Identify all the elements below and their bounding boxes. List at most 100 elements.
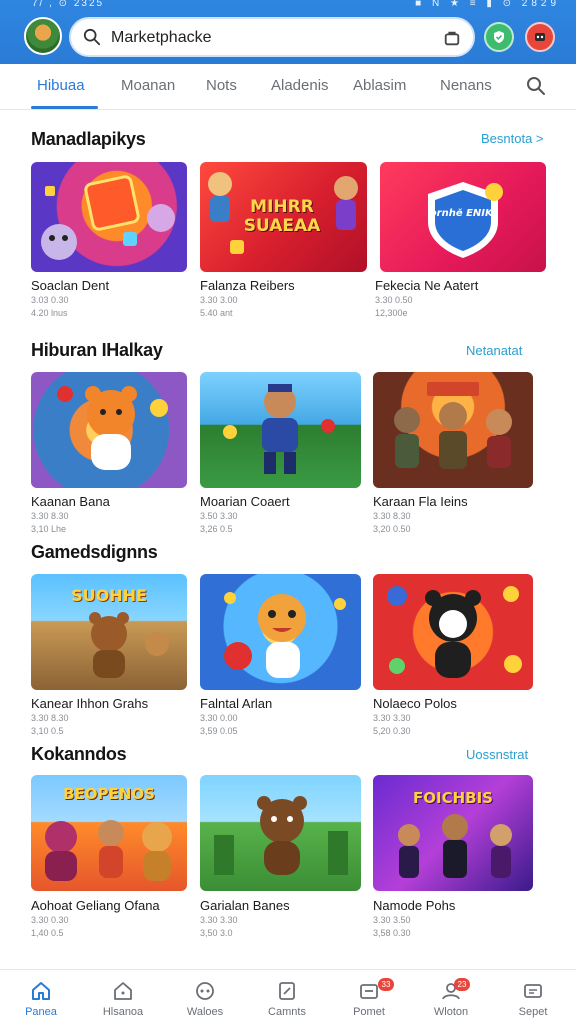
tab-2[interactable]: Moanan xyxy=(121,77,175,94)
game-title[interactable]: Aohoat Geliang Ofana xyxy=(31,898,160,913)
game-meta-line: 3,10 Lhe xyxy=(31,524,67,534)
game-meta-line: 3.30 8.30 xyxy=(31,511,69,521)
nav-label: Wloton xyxy=(433,1006,469,1018)
search-bar[interactable]: Marketphacke xyxy=(69,17,475,57)
game-meta: 3.30 0.00 3,59 0.05 xyxy=(200,712,238,738)
game-meta: 3.30 8.30 3,10 Lhe xyxy=(31,510,69,536)
game-meta: 3.30 3.30 3,50 3.0 xyxy=(200,914,238,940)
see-all-link[interactable]: Besntota > xyxy=(481,131,544,146)
game-meta-line: 3,10 0.5 xyxy=(31,726,64,736)
game-thumbnail[interactable] xyxy=(200,574,361,690)
category-tabs: Hibuaa Moanan Nots Aladenis Ablasim Nena… xyxy=(0,64,576,110)
characters-group-art xyxy=(45,820,172,881)
game-meta-line: 3.30 3.30 xyxy=(200,915,238,925)
game-title[interactable]: Soaclan Dent xyxy=(31,278,109,293)
search-icon[interactable] xyxy=(526,76,546,96)
game-meta-line: 1,40 0.5 xyxy=(31,928,64,938)
game-thumbnail[interactable] xyxy=(200,372,361,488)
game-thumbnail[interactable] xyxy=(373,574,533,690)
game-meta: 3.30 0.30 1,40 0.5 xyxy=(31,914,69,940)
bag-icon[interactable] xyxy=(443,29,461,47)
game-title[interactable]: Falntal Arlan xyxy=(200,696,272,711)
tab-1[interactable]: Hibuaa xyxy=(37,77,85,94)
game-meta-line: 5,20 0.30 xyxy=(373,726,411,736)
nav-item-7[interactable]: Sepet xyxy=(492,970,574,1024)
green-action-button[interactable] xyxy=(484,22,514,52)
tab-6[interactable]: Nenans xyxy=(440,77,492,94)
see-all-link[interactable]: Uossnstrat xyxy=(466,747,528,762)
red-action-button[interactable] xyxy=(525,22,555,52)
tab-3[interactable]: Nots xyxy=(206,77,237,94)
nav-item-6[interactable]: 23 Wloton xyxy=(410,970,492,1024)
runner-character-art xyxy=(223,384,335,474)
game-meta-line: 3,20 0.50 xyxy=(373,524,411,534)
nav-label: Waloes xyxy=(186,1006,224,1018)
game-meta-line: 3.30 0.50 xyxy=(375,295,413,305)
thumbnail-art-text: prnhĕ ENIKI xyxy=(429,208,497,219)
game-title[interactable]: Nolaeco Polos xyxy=(373,696,457,711)
game-meta-line: 4.20 lnus xyxy=(31,308,68,318)
search-input[interactable]: Marketphacke xyxy=(111,29,212,47)
settings-card-icon xyxy=(524,984,542,998)
game-title[interactable]: Kaanan Bana xyxy=(31,494,110,509)
tab-4[interactable]: Aladenis xyxy=(271,77,329,94)
nav-item-3[interactable]: Waloes xyxy=(164,970,246,1024)
nav-label: Pomet xyxy=(353,1006,385,1018)
nav-label: Camnts xyxy=(268,1006,306,1018)
tab-5[interactable]: Ablasim xyxy=(353,77,406,94)
game-meta-line: 3.30 8.30 xyxy=(31,713,69,723)
bottom-navigation: Panea Hlsanoa Waloes Camnts 33 Pomet 23 … xyxy=(0,969,576,1024)
game-meta-line: 3.30 3.00 xyxy=(200,295,238,305)
game-meta: 3.50 3.30 3,26 0.5 xyxy=(200,510,238,536)
game-meta-line: 3,58 0.30 xyxy=(373,928,411,938)
notification-badge: 23 xyxy=(454,978,470,991)
game-thumbnail[interactable]: MIHRR SUAEAA xyxy=(200,162,367,272)
game-meta-line: 3.30 0.00 xyxy=(200,713,238,723)
game-meta: 3.30 8.30 3,20 0.50 xyxy=(373,510,411,536)
section-title: Kokanndos xyxy=(31,744,127,764)
game-meta: 3.30 3.00 5.40 ant xyxy=(200,294,238,320)
game-meta-line: 3.30 3.50 xyxy=(373,915,411,925)
see-all-link[interactable]: Netanatat xyxy=(466,343,522,358)
status-bar: 7/ , ⊙ 2325 ■ N ★ ≡ ▮ ⊙ 2829 xyxy=(0,0,576,12)
game-thumbnail[interactable]: SUOHHE xyxy=(31,574,187,690)
bear-running-art xyxy=(89,612,169,678)
home-icon xyxy=(32,982,50,1000)
shield-check-icon xyxy=(494,31,504,43)
nav-item-4[interactable]: Camnts xyxy=(246,970,328,1024)
game-thumbnail[interactable]: FOICHBIS xyxy=(373,775,533,891)
section-title: Gamedsdignns xyxy=(31,542,158,562)
game-thumbnail[interactable]: BEOPENOS xyxy=(31,775,187,891)
nav-item-home[interactable]: Panea xyxy=(0,970,82,1024)
game-thumbnail[interactable] xyxy=(31,162,187,272)
game-thumbnail[interactable] xyxy=(31,372,187,488)
game-title[interactable]: Garialan Banes xyxy=(200,898,290,913)
bear-character-art xyxy=(57,386,168,470)
tag-icon xyxy=(279,982,295,1000)
game-thumbnail[interactable] xyxy=(200,775,361,891)
brown-bear-art xyxy=(214,796,348,875)
game-meta: 3.30 8.30 3,10 0.5 xyxy=(31,712,69,738)
game-thumbnail[interactable]: prnhĕ ENIKI xyxy=(380,162,546,272)
avatar[interactable] xyxy=(24,17,62,55)
candy-cube-art xyxy=(41,175,175,260)
robot-face-icon xyxy=(535,33,545,41)
house-outline-icon xyxy=(114,982,132,1000)
game-title[interactable]: Falanza Reibers xyxy=(200,278,295,293)
game-title[interactable]: Moarian Coaert xyxy=(200,494,290,509)
game-title[interactable]: Kanear Ihhon Grahs xyxy=(31,696,148,711)
nav-item-2[interactable]: Hlsanoa xyxy=(82,970,164,1024)
section-title: Hiburan IHalkay xyxy=(31,340,163,360)
nav-label: Panea xyxy=(25,1006,57,1018)
game-title[interactable]: Namode Pohs xyxy=(373,898,455,913)
game-meta: 3.30 3.30 5,20 0.30 xyxy=(373,712,411,738)
nav-label: Sepet xyxy=(518,1006,548,1018)
game-thumbnail[interactable] xyxy=(373,372,533,488)
game-meta: 3.30 3.50 3,58 0.30 xyxy=(373,914,411,940)
nav-label: Hlsanoa xyxy=(102,1006,144,1018)
game-title[interactable]: Karaan Fla Ieins xyxy=(373,494,468,509)
nav-item-5[interactable]: 33 Pomet xyxy=(328,970,410,1024)
group-characters-art xyxy=(394,382,512,469)
game-meta-line: 3.30 3.30 xyxy=(373,713,411,723)
game-title[interactable]: Fekecia Ne Aatert xyxy=(375,278,478,293)
